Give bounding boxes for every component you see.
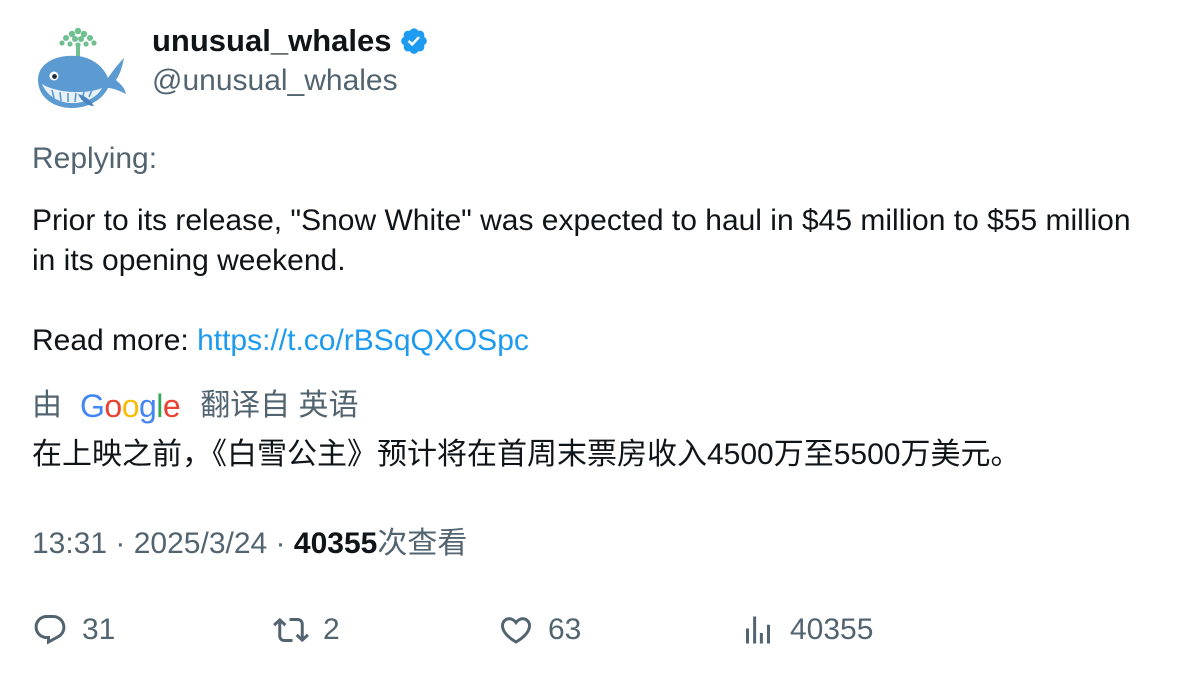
heart-icon	[500, 617, 532, 644]
views-count: 40355	[293, 527, 378, 560]
tweet-link[interactable]: https://t.co/rBSqQXOSpc	[197, 324, 529, 357]
tweet-text: Prior to its release, "Snow White" was e…	[32, 204, 1131, 277]
translation-attribution: 由 Google 翻译自 英语	[32, 386, 359, 426]
reply-button[interactable]: 31	[32, 610, 115, 650]
meta-separator: ·	[107, 527, 134, 560]
tweet-time[interactable]: 13:31	[32, 527, 107, 560]
author-handle[interactable]: @unusual_whales	[152, 62, 398, 100]
tweet-date[interactable]: 2025/3/24	[134, 527, 267, 560]
author-display-name[interactable]: unusual_whales	[152, 22, 391, 60]
replying-label: Replying:	[32, 142, 158, 175]
meta-separator: ·	[267, 527, 294, 560]
whale-avatar-icon	[38, 27, 126, 108]
read-more-label: Read more:	[32, 324, 198, 357]
retweet-button[interactable]: 2	[273, 610, 340, 650]
retweet-count: 2	[323, 613, 340, 646]
tweet-meta: 13:31 · 2025/3/24 · 40355次查看	[32, 524, 467, 564]
like-count: 63	[548, 613, 582, 646]
author-name-row: unusual_whales	[152, 22, 429, 60]
google-logo-icon: Google	[80, 388, 181, 424]
verified-badge-icon	[399, 26, 429, 56]
views-button[interactable]: 40355	[740, 610, 873, 650]
read-more-line: Read more: https://t.co/rBSqQXOSpc	[32, 321, 529, 361]
translated-by-label: 由	[32, 389, 62, 422]
retweet-icon	[273, 617, 309, 643]
like-button[interactable]: 63	[498, 610, 581, 650]
views-action-count: 40355	[790, 613, 874, 646]
reply-count: 31	[82, 613, 116, 646]
analytics-bar-icon	[746, 616, 770, 644]
avatar[interactable]	[32, 24, 128, 114]
reply-icon	[34, 615, 66, 645]
translated-from-label[interactable]: 翻译自 英语	[200, 386, 358, 426]
translated-text: 在上映之前，《白雪公主》预计将在首周末票房收入4500万至5500万美元。	[32, 438, 1021, 471]
views-label: 次查看	[377, 527, 468, 560]
